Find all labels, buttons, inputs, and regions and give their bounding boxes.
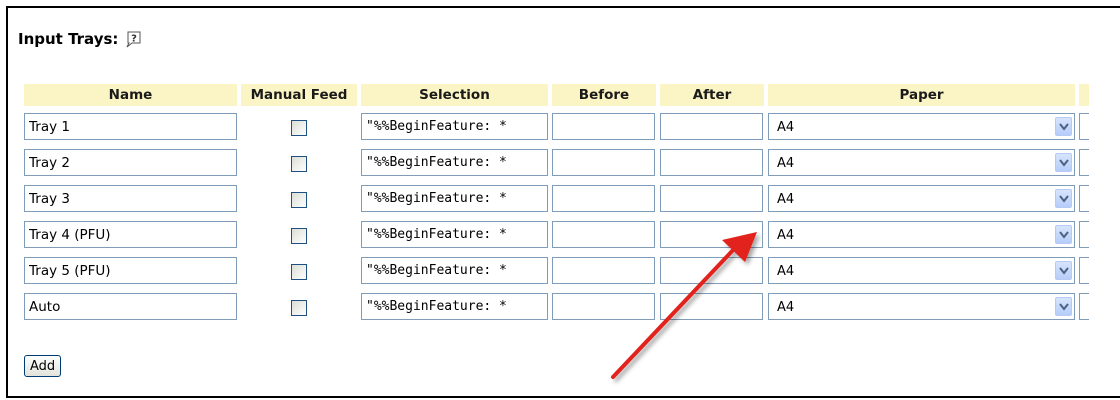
annotation-arrow (611, 232, 757, 379)
